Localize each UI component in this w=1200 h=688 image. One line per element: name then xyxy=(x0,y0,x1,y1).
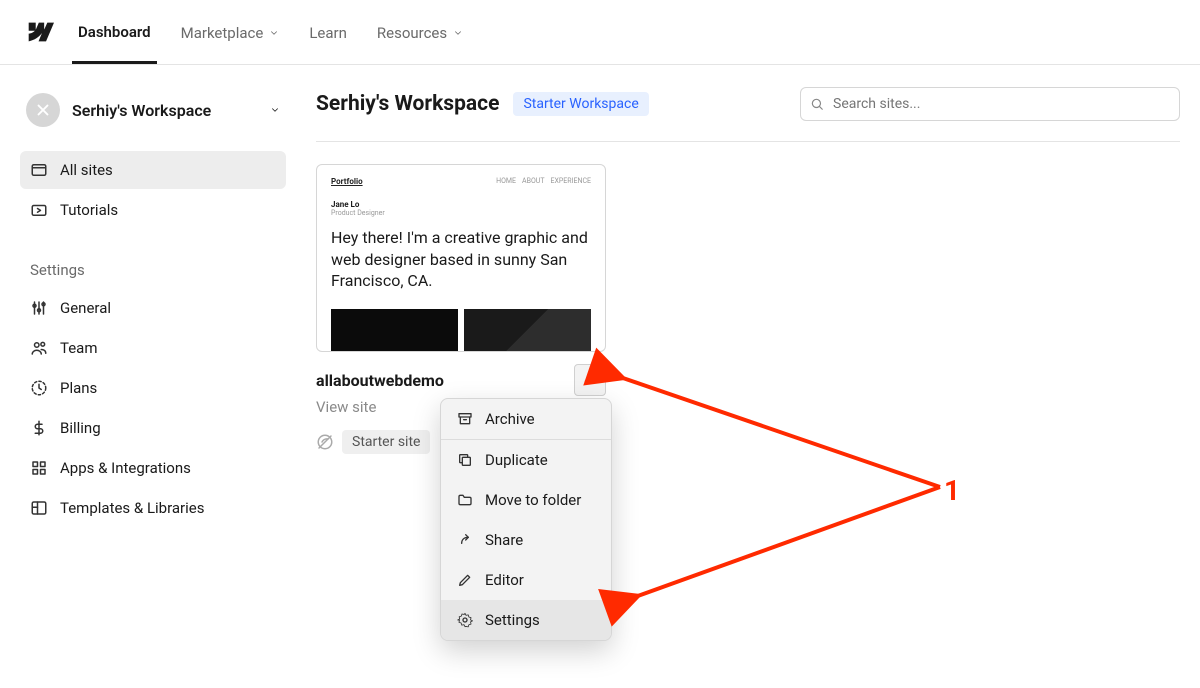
sidebar: Serhiy's Workspace All sites Tutorials S… xyxy=(0,65,296,575)
users-icon xyxy=(30,339,48,357)
gear-icon xyxy=(457,612,473,628)
dropdown-archive[interactable]: Archive xyxy=(441,399,611,439)
pencil-icon xyxy=(457,572,473,588)
thumb-images xyxy=(331,309,591,351)
sidebar-item-label: All sites xyxy=(60,161,113,179)
site-thumbnail[interactable]: Portfolio HOME ABOUT EXPERIENCE Jane Lo … xyxy=(316,164,606,352)
sliders-icon xyxy=(30,299,48,317)
search-input[interactable] xyxy=(800,87,1180,121)
thumb-menu: HOME ABOUT EXPERIENCE xyxy=(496,177,591,186)
settings-heading: Settings xyxy=(20,253,286,289)
sidebar-item-label: General xyxy=(60,299,111,317)
dropdown-move-folder[interactable]: Move to folder xyxy=(441,480,611,520)
dropdown-settings[interactable]: Settings xyxy=(441,600,611,640)
sidebar-item-label: Templates & Libraries xyxy=(60,499,204,517)
dropdown-duplicate[interactable]: Duplicate xyxy=(441,440,611,480)
sidebar-item-apps[interactable]: Apps & Integrations xyxy=(20,449,286,487)
dropdown-label: Move to folder xyxy=(485,491,581,509)
search-container xyxy=(800,87,1180,121)
chevron-down-icon xyxy=(453,28,463,38)
play-folder-icon xyxy=(30,201,48,219)
duplicate-icon xyxy=(457,452,473,468)
thumb-hero: Hey there! I'm a creative graphic and we… xyxy=(331,227,591,292)
top-nav: Dashboard Marketplace Learn Resources xyxy=(0,0,1200,65)
site-name: allaboutwebdemo xyxy=(316,371,574,390)
unpublished-icon xyxy=(316,433,334,451)
annotation-number: 1 xyxy=(944,474,960,507)
sidebar-item-label: Apps & Integrations xyxy=(60,459,191,477)
layout-icon xyxy=(30,499,48,517)
sidebar-item-label: Billing xyxy=(60,419,101,437)
dropdown-label: Settings xyxy=(485,611,540,629)
apps-icon xyxy=(30,459,48,477)
webflow-logo[interactable] xyxy=(24,17,54,47)
plans-icon xyxy=(30,379,48,397)
archive-icon xyxy=(457,411,473,427)
browser-icon xyxy=(30,161,48,179)
nav-label: Marketplace xyxy=(181,24,264,42)
chevron-down-icon xyxy=(269,28,279,38)
nav-resources[interactable]: Resources xyxy=(371,2,469,62)
sidebar-settings: General Team Plans Billing Apps & Integr… xyxy=(20,289,286,527)
nav-label: Resources xyxy=(377,24,447,42)
more-options-button[interactable]: … xyxy=(574,364,606,396)
thumb-brand: Portfolio xyxy=(331,177,363,186)
sidebar-item-templates[interactable]: Templates & Libraries xyxy=(20,489,286,527)
folder-icon xyxy=(457,492,473,508)
dollar-icon xyxy=(30,419,48,437)
workspace-switcher[interactable]: Serhiy's Workspace xyxy=(20,89,286,131)
nav-dashboard[interactable]: Dashboard xyxy=(72,1,157,64)
dropdown-share[interactable]: Share xyxy=(441,520,611,560)
thumb-role: Product Designer xyxy=(331,209,591,217)
main-header: Serhiy's Workspace Starter Workspace xyxy=(316,87,1180,142)
workspace-badge: Starter Workspace xyxy=(513,92,648,116)
dropdown-label: Archive xyxy=(485,410,535,428)
dropdown-label: Duplicate xyxy=(485,451,548,469)
sidebar-item-team[interactable]: Team xyxy=(20,329,286,367)
thumb-person: Jane Lo xyxy=(331,200,591,209)
dropdown-label: Share xyxy=(485,531,523,549)
nav-marketplace[interactable]: Marketplace xyxy=(175,2,286,62)
share-icon xyxy=(457,532,473,548)
starter-badge: Starter site xyxy=(342,430,430,454)
sidebar-item-billing[interactable]: Billing xyxy=(20,409,286,447)
main-content: Serhiy's Workspace Starter Workspace Por… xyxy=(296,65,1200,575)
sidebar-nav: All sites Tutorials xyxy=(20,151,286,229)
dropdown-label: Editor xyxy=(485,571,524,589)
page-title: Serhiy's Workspace xyxy=(316,92,499,116)
sidebar-item-all-sites[interactable]: All sites xyxy=(20,151,286,189)
site-card-dropdown: Archive Duplicate Move to folder Share E… xyxy=(440,398,612,641)
sidebar-item-label: Plans xyxy=(60,379,97,397)
sidebar-item-plans[interactable]: Plans xyxy=(20,369,286,407)
search-icon xyxy=(810,97,824,111)
nav-learn[interactable]: Learn xyxy=(303,2,353,62)
sidebar-item-label: Team xyxy=(60,339,98,357)
dropdown-editor[interactable]: Editor xyxy=(441,560,611,600)
sidebar-item-general[interactable]: General xyxy=(20,289,286,327)
workspace-name: Serhiy's Workspace xyxy=(72,101,258,120)
sidebar-item-tutorials[interactable]: Tutorials xyxy=(20,191,286,229)
chevron-down-icon xyxy=(270,105,280,115)
sidebar-item-label: Tutorials xyxy=(60,201,118,219)
workspace-avatar-icon xyxy=(26,93,60,127)
